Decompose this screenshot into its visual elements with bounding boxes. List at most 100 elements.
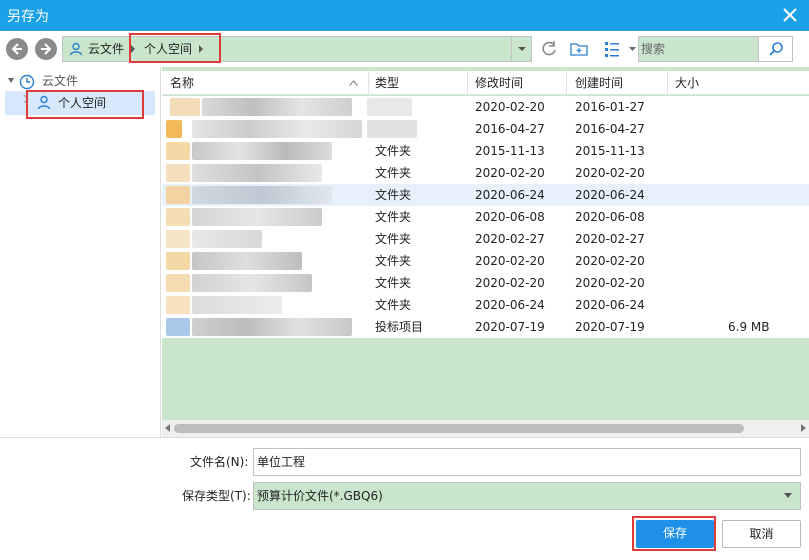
folder-icon	[170, 98, 200, 116]
cell-modified: 2020-02-20	[475, 276, 545, 290]
table-row[interactable]: 2016-04-27 2016-04-27	[162, 118, 809, 140]
cell-modified: 2020-06-24	[475, 188, 545, 202]
cell-modified: 2020-07-19	[475, 320, 545, 334]
column-created[interactable]: 创建时间	[567, 71, 668, 95]
column-modified[interactable]: 修改时间	[467, 71, 567, 95]
cell-type: 文件夹	[375, 144, 412, 158]
cell-created: 2020-02-20	[575, 276, 645, 290]
chevron-down-icon	[784, 493, 792, 498]
table-row[interactable]: 投标项目 2020-07-19 2020-07-19 6.9 MB	[162, 316, 809, 338]
table-row[interactable]: 文件夹 2020-06-08 2020-06-08	[162, 206, 809, 228]
horizontal-scrollbar[interactable]	[162, 420, 809, 437]
cell-modified: 2020-02-20	[475, 254, 545, 268]
cancel-button[interactable]: 取消	[722, 520, 801, 548]
folder-icon	[166, 252, 190, 270]
redacted-filename	[192, 186, 332, 204]
forward-button[interactable]	[35, 38, 57, 60]
search-input[interactable]: 搜索	[641, 37, 665, 61]
cell-created: 2015-11-13	[575, 144, 645, 158]
folder-icon	[166, 186, 190, 204]
search-button[interactable]	[758, 37, 792, 61]
folder-icon	[166, 164, 190, 182]
folder-icon	[166, 230, 190, 248]
cell-type: 文件夹	[375, 298, 412, 312]
tree-item-cloud[interactable]: 云文件	[42, 70, 78, 92]
redacted-filename	[192, 274, 312, 292]
view-dropdown-icon[interactable]	[629, 47, 636, 52]
folder-tree: 云文件 个人空间	[0, 67, 161, 437]
redacted-filename	[192, 164, 322, 182]
redacted-type	[367, 98, 412, 116]
view-list-icon[interactable]	[603, 39, 623, 59]
folder-icon	[166, 296, 190, 314]
chevron-down-icon	[517, 47, 526, 51]
table-row[interactable]: 文件夹 2020-02-20 2020-02-20	[162, 162, 809, 184]
file-icon	[166, 318, 190, 336]
forward-arrow-icon	[41, 43, 52, 55]
scrollbar-thumb[interactable]	[174, 424, 744, 433]
close-icon[interactable]	[779, 4, 801, 26]
breadcrumb-root[interactable]: 云文件	[88, 37, 124, 61]
redacted-filename	[192, 142, 332, 160]
redacted-filename	[192, 208, 322, 226]
title-bar: 另存为	[0, 0, 809, 31]
table-row[interactable]: 文件夹 2015-11-13 2015-11-13	[162, 140, 809, 162]
cell-created: 2020-06-24	[575, 298, 645, 312]
table-row[interactable]: 文件夹 2020-06-24 2020-06-24	[162, 184, 809, 206]
cell-created: 2020-02-27	[575, 232, 645, 246]
new-folder-icon[interactable]	[569, 39, 589, 59]
folder-icon	[166, 120, 182, 138]
folder-icon	[166, 208, 190, 226]
folder-icon	[166, 142, 190, 160]
filetype-label: 保存类型(T):	[182, 489, 251, 503]
redacted-filename	[192, 296, 282, 314]
cell-created: 2016-01-27	[575, 100, 645, 114]
address-dropdown-button[interactable]	[511, 37, 531, 61]
filename-input[interactable]: 单位工程	[253, 448, 801, 476]
filetype-value: 预算计价文件(*.GBQ6)	[257, 489, 383, 503]
table-row[interactable]: 文件夹 2020-02-27 2020-02-27	[162, 228, 809, 250]
cell-modified: 2016-04-27	[475, 122, 545, 136]
cell-created: 2020-06-24	[575, 188, 645, 202]
cell-created: 2016-04-27	[575, 122, 645, 136]
toolbar: 云文件 个人空间 搜索	[0, 31, 809, 67]
cell-created: 2020-02-20	[575, 166, 645, 180]
expand-arrow-icon[interactable]	[7, 77, 15, 85]
table-row[interactable]: 文件夹 2020-02-20 2020-02-20	[162, 272, 809, 294]
filetype-select[interactable]: 预算计价文件(*.GBQ6)	[253, 482, 801, 510]
search-icon	[768, 42, 783, 56]
filename-value: 单位工程	[257, 455, 306, 469]
cell-type: 文件夹	[375, 188, 412, 202]
table-row[interactable]: 文件夹 2020-02-20 2020-02-20	[162, 250, 809, 272]
column-name[interactable]: 名称	[162, 71, 369, 95]
refresh-icon[interactable]	[539, 39, 559, 59]
annotation-box	[26, 90, 144, 119]
file-list: 名称 类型 修改时间 创建时间 大小 2020-02-20 2016-01-27…	[162, 67, 809, 437]
table-row[interactable]: 2020-02-20 2016-01-27	[162, 96, 809, 118]
cell-modified: 2020-02-27	[475, 232, 545, 246]
cell-modified: 2020-06-08	[475, 210, 545, 224]
scroll-left-icon[interactable]	[165, 424, 170, 432]
window-title: 另存为	[7, 8, 49, 25]
cell-type: 文件夹	[375, 166, 412, 180]
sort-asc-icon	[349, 80, 358, 86]
column-type[interactable]: 类型	[367, 71, 468, 95]
redacted-filename	[202, 98, 352, 116]
filename-label: 文件名(N):	[190, 455, 249, 469]
user-icon	[69, 42, 83, 56]
table-row[interactable]: 文件夹 2020-06-24 2020-06-24	[162, 294, 809, 316]
cell-created: 2020-06-08	[575, 210, 645, 224]
cell-created: 2020-02-20	[575, 254, 645, 268]
search-box[interactable]: 搜索	[638, 36, 793, 62]
cell-modified: 2020-02-20	[475, 100, 545, 114]
redacted-filename	[192, 120, 362, 138]
redacted-type	[367, 120, 417, 138]
cell-created: 2020-07-19	[575, 320, 645, 334]
column-name-label: 名称	[170, 76, 195, 90]
annotation-box	[129, 33, 221, 63]
back-arrow-icon	[11, 43, 22, 55]
cell-modified: 2020-06-24	[475, 298, 545, 312]
scroll-right-icon[interactable]	[801, 424, 806, 432]
back-button[interactable]	[6, 38, 28, 60]
column-size[interactable]: 大小	[667, 71, 809, 95]
